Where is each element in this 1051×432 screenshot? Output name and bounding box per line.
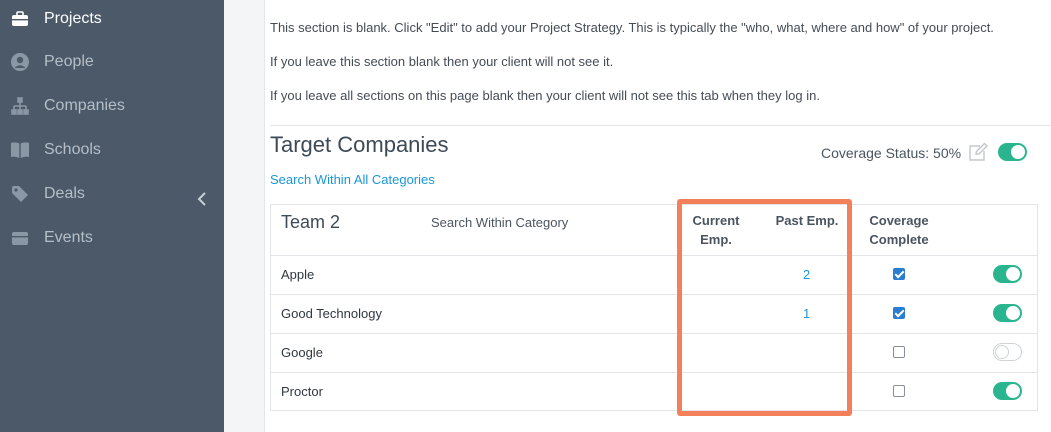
sidebar-item-events[interactable]: Events <box>0 218 224 258</box>
org-chart-icon <box>10 96 30 116</box>
person-icon <box>10 52 30 72</box>
section-divider <box>270 125 1051 126</box>
sidebar-item-label: Companies <box>44 97 125 114</box>
past-emp-header: Past Emp. <box>775 213 839 228</box>
search-all-categories-link[interactable]: Search Within All Categories <box>270 172 435 187</box>
company-toggle[interactable] <box>993 265 1022 283</box>
row-divider <box>271 255 1037 256</box>
team-name: Team 2 <box>281 212 341 232</box>
company-toggle[interactable] <box>993 304 1022 322</box>
target-companies-title: Target Companies <box>270 132 449 157</box>
sidebar-item-projects[interactable]: Projects <box>0 0 224 39</box>
company-toggle[interactable] <box>993 382 1022 400</box>
sidebar-item-schools[interactable]: Schools <box>0 130 224 170</box>
sidebar-item-label: Projects <box>44 10 102 27</box>
calendar-icon <box>10 228 30 248</box>
company-toggle[interactable] <box>993 343 1022 361</box>
coverage-status-text: Coverage Status: 50% <box>821 145 962 161</box>
sidebar-item-deals[interactable]: Deals <box>0 174 224 214</box>
strategy-text-line2: If you leave this section blank then you… <box>270 54 614 69</box>
row-divider <box>271 294 1037 295</box>
search-within-category-header: Search Within Category <box>431 215 569 230</box>
edit-icon[interactable] <box>967 142 989 162</box>
company-name: Apple <box>281 267 315 282</box>
coverage-complete-checkbox[interactable] <box>893 307 905 319</box>
coverage-complete-header: Coverage Complete <box>869 213 929 247</box>
company-name: Good Technology <box>281 306 382 321</box>
coverage-complete-checkbox[interactable] <box>893 268 905 280</box>
past-emp-count[interactable]: 2 <box>803 267 810 282</box>
strategy-text-line1: This section is blank. Click "Edit" to a… <box>270 20 994 35</box>
chevron-left-icon <box>197 191 207 212</box>
tag-icon <box>10 184 30 204</box>
company-name: Proctor <box>281 384 323 399</box>
coverage-complete-checkbox[interactable] <box>893 346 905 358</box>
book-icon <box>10 140 30 160</box>
sidebar-item-people[interactable]: People <box>0 42 224 82</box>
coverage-status-toggle[interactable] <box>998 143 1027 161</box>
strategy-text-line3: If you leave all sections on this page b… <box>270 88 820 103</box>
row-divider <box>271 372 1037 373</box>
sidebar-item-label: Schools <box>44 141 101 158</box>
briefcase-icon <box>10 9 30 29</box>
target-companies-table: Team 2 Search Within Category Current Em… <box>270 204 1038 411</box>
sidebar-item-label: People <box>44 53 94 70</box>
past-emp-count[interactable]: 1 <box>803 306 810 321</box>
row-divider <box>271 333 1037 334</box>
sidebar-item-companies[interactable]: Companies <box>0 86 224 126</box>
sidebar-item-label: Deals <box>44 185 85 202</box>
coverage-complete-checkbox[interactable] <box>893 385 905 397</box>
sidebar-item-label: Events <box>44 229 93 246</box>
sidebar: Projects People Companies Schools Deals … <box>0 0 224 432</box>
company-name: Google <box>281 345 323 360</box>
collapse-sidebar-button[interactable] <box>192 190 212 212</box>
current-emp-header: Current Emp. <box>692 213 740 247</box>
